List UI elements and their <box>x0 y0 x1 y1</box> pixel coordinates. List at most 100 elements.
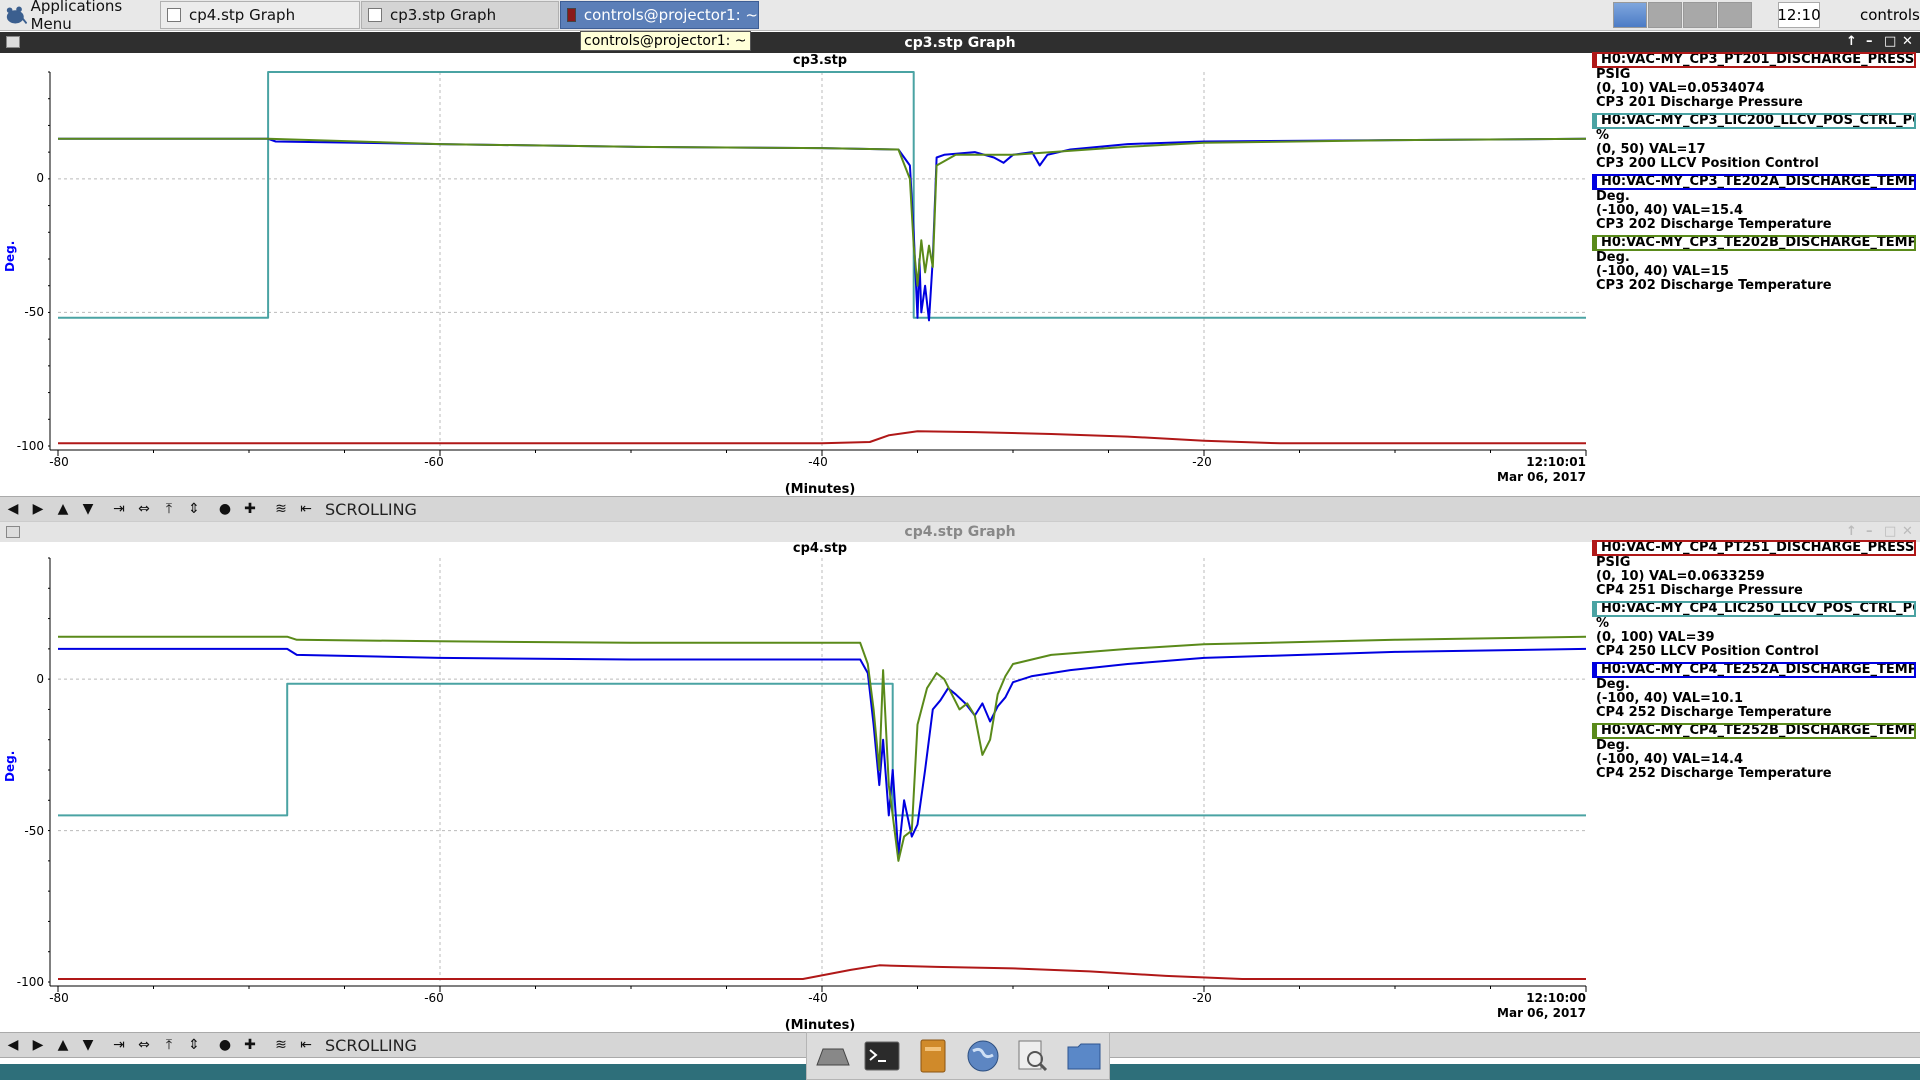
autoscale-icon[interactable]: ≋ <box>271 499 291 519</box>
pan-up-icon[interactable]: ▲ <box>53 499 73 519</box>
legend-pv-box[interactable]: H0:VAC-MY_CP4_TE252A_DISCHARGE_TEMP_DEGC <box>1592 662 1916 678</box>
legend-pv-box[interactable]: H0:VAC-MY_CP4_TE252B_DISCHARGE_TEMP_DEGC <box>1592 723 1916 739</box>
legend-unit: Deg. <box>1596 677 1630 692</box>
close-icon[interactable]: ✕ <box>1902 524 1913 539</box>
taskbar-item-label: controls@projector1: ~ <box>583 6 758 24</box>
date-stamp: Mar 06, 2017 <box>1497 1006 1586 1020</box>
pan-down-icon[interactable]: ▼ <box>78 1035 98 1055</box>
zoom-in-y-icon[interactable]: ⤒ <box>159 499 179 519</box>
pan-up-icon[interactable]: ▲ <box>53 1035 73 1055</box>
minimize-icon[interactable]: – <box>1866 524 1873 539</box>
close-icon[interactable]: ✕ <box>1902 34 1913 49</box>
legend-unit: Deg. <box>1596 189 1630 204</box>
legend-range-value: (0, 50) VAL=17 <box>1596 142 1706 157</box>
workspace-4[interactable] <box>1718 2 1752 28</box>
terminal-icon[interactable] <box>863 1038 901 1074</box>
legend-unit: % <box>1596 616 1610 631</box>
window-title: cp3.stp Graph <box>904 34 1016 51</box>
legend-entry[interactable]: H0:VAC-MY_CP3_TE202B_DISCHARGE_TEMP_DEGC… <box>1592 235 1916 293</box>
crosshair-icon[interactable]: ✚ <box>240 499 260 519</box>
legend-entry[interactable]: H0:VAC-MY_CP4_TE252A_DISCHARGE_TEMP_DEGC… <box>1592 662 1916 720</box>
folder-icon[interactable] <box>1065 1038 1103 1074</box>
show-desktop-icon[interactable] <box>813 1038 851 1074</box>
legend-range-value: (0, 100) VAL=39 <box>1596 630 1715 645</box>
y-axis-label: Deg. <box>3 750 17 782</box>
maximize-icon[interactable]: □ <box>1884 34 1896 49</box>
zoom-in-x-icon[interactable]: ⇥ <box>109 499 129 519</box>
window-titlebar-cp3[interactable]: cp3.stp Graph ↑ – □ ✕ <box>0 32 1920 53</box>
window-raise-icon[interactable]: ↑ <box>1846 34 1857 49</box>
autoscale-icon[interactable]: ≋ <box>271 1035 291 1055</box>
record-icon[interactable]: ● <box>215 499 235 519</box>
app-finder-icon[interactable] <box>1014 1038 1052 1074</box>
x-axis-label: (Minutes) <box>784 1018 856 1033</box>
minimize-icon[interactable]: – <box>1866 34 1873 49</box>
window-raise-icon[interactable]: ↑ <box>1846 524 1857 539</box>
terminal-window-icon <box>567 8 576 22</box>
legend-range-value: (0, 10) VAL=0.0633259 <box>1596 569 1765 584</box>
record-icon[interactable]: ● <box>215 1035 235 1055</box>
applications-menu-label: Applications Menu <box>30 0 123 33</box>
legend-pv-box[interactable]: H0:VAC-MY_CP3_TE202B_DISCHARGE_TEMP_DEGC <box>1592 235 1916 251</box>
legend-pv-box[interactable]: H0:VAC-MY_CP4_PT251_DISCHARGE_PRESS_PSIG <box>1592 540 1916 556</box>
pan-right-icon[interactable]: ▶ <box>28 1035 48 1055</box>
workspace-2[interactable] <box>1648 2 1682 28</box>
taskbar-item-cp4-graph[interactable]: cp4.stp Graph <box>160 1 360 29</box>
legend-pv-box[interactable]: H0:VAC-MY_CP4_LIC250_LLCV_POS_CTRL_PCT <box>1592 601 1916 617</box>
graph-title: cp3.stp <box>792 53 848 68</box>
plot-area-cp4[interactable] <box>48 556 1588 996</box>
pan-down-icon[interactable]: ▼ <box>78 499 98 519</box>
scroll-mode-label: SCROLLING <box>325 499 417 519</box>
legend-range-value: (-100, 40) VAL=10.1 <box>1596 691 1743 706</box>
window-menu-icon[interactable] <box>6 526 20 538</box>
taskbar-item-cp3-graph[interactable]: cp3.stp Graph <box>361 1 559 29</box>
plot-area-cp3[interactable] <box>48 70 1588 460</box>
web-browser-icon[interactable] <box>964 1038 1002 1074</box>
tooltip: controls@projector1: ~ <box>580 31 751 51</box>
legend-entry[interactable]: H0:VAC-MY_CP3_TE202A_DISCHARGE_TEMP_DEGC… <box>1592 174 1916 232</box>
legend-entry[interactable]: H0:VAC-MY_CP4_TE252B_DISCHARGE_TEMP_DEGC… <box>1592 723 1916 781</box>
legend-pv-box[interactable]: H0:VAC-MY_CP3_LIC200_LLCV_POS_CTRL_PCT <box>1592 113 1916 129</box>
legend-unit: PSIG <box>1596 555 1631 570</box>
maximize-icon[interactable]: □ <box>1884 524 1896 539</box>
legend-description: CP4 252 Discharge Temperature <box>1596 766 1832 781</box>
clock[interactable]: 12:10 <box>1777 2 1821 28</box>
crosshair-icon[interactable]: ✚ <box>240 1035 260 1055</box>
zoom-in-y-icon[interactable]: ⤒ <box>159 1035 179 1055</box>
zoom-out-y-icon[interactable]: ⇕ <box>184 1035 204 1055</box>
legend-pv-box[interactable]: H0:VAC-MY_CP3_TE202A_DISCHARGE_TEMP_DEGC <box>1592 174 1916 190</box>
desktop-background <box>1110 1064 1920 1080</box>
workspace-1[interactable] <box>1613 2 1647 28</box>
legend-pv-box[interactable]: H0:VAC-MY_CP3_PT201_DISCHARGE_PRESS_PSIG <box>1592 52 1916 68</box>
scroll-mode-icon[interactable]: ⇤ <box>296 499 316 519</box>
zoom-out-x-icon[interactable]: ⇔ <box>134 1035 154 1055</box>
legend-description: CP3 200 LLCV Position Control <box>1596 156 1819 171</box>
pan-left-icon[interactable]: ◀ <box>3 1035 23 1055</box>
legend-entry[interactable]: H0:VAC-MY_CP4_PT251_DISCHARGE_PRESS_PSIG… <box>1592 540 1916 598</box>
workspace-3[interactable] <box>1683 2 1717 28</box>
window-title: cp4.stp Graph <box>904 524 1016 540</box>
file-manager-icon[interactable] <box>914 1038 952 1074</box>
y-axis-label: Deg. <box>3 240 17 272</box>
applications-menu-button[interactable]: Applications Menu <box>0 0 160 33</box>
scroll-mode-icon[interactable]: ⇤ <box>296 1035 316 1055</box>
legend-entry[interactable]: H0:VAC-MY_CP4_LIC250_LLCV_POS_CTRL_PCT %… <box>1592 601 1916 659</box>
zoom-in-x-icon[interactable]: ⇥ <box>109 1035 129 1055</box>
pan-left-icon[interactable]: ◀ <box>3 499 23 519</box>
legend-description: CP4 252 Discharge Temperature <box>1596 705 1832 720</box>
legend-unit: Deg. <box>1596 738 1630 753</box>
legend-description: CP3 202 Discharge Temperature <box>1596 217 1832 232</box>
legend-entry[interactable]: H0:VAC-MY_CP3_LIC200_LLCV_POS_CTRL_PCT %… <box>1592 113 1916 171</box>
zoom-out-x-icon[interactable]: ⇔ <box>134 499 154 519</box>
window-titlebar-cp4[interactable]: cp4.stp Graph ↑ – □ ✕ <box>0 521 1920 542</box>
window-menu-icon[interactable] <box>6 36 20 48</box>
y-tick-label: -50 <box>24 305 44 319</box>
legend-unit: Deg. <box>1596 250 1630 265</box>
legend-description: CP4 251 Discharge Pressure <box>1596 583 1803 598</box>
pan-right-icon[interactable]: ▶ <box>28 499 48 519</box>
taskbar-item-terminal[interactable]: controls@projector1: ~ <box>560 1 759 29</box>
legend-entry[interactable]: H0:VAC-MY_CP3_PT201_DISCHARGE_PRESS_PSIG… <box>1592 52 1916 110</box>
graph-title: cp4.stp <box>792 541 848 556</box>
user-menu[interactable]: controls <box>1860 0 1920 30</box>
zoom-out-y-icon[interactable]: ⇕ <box>184 499 204 519</box>
